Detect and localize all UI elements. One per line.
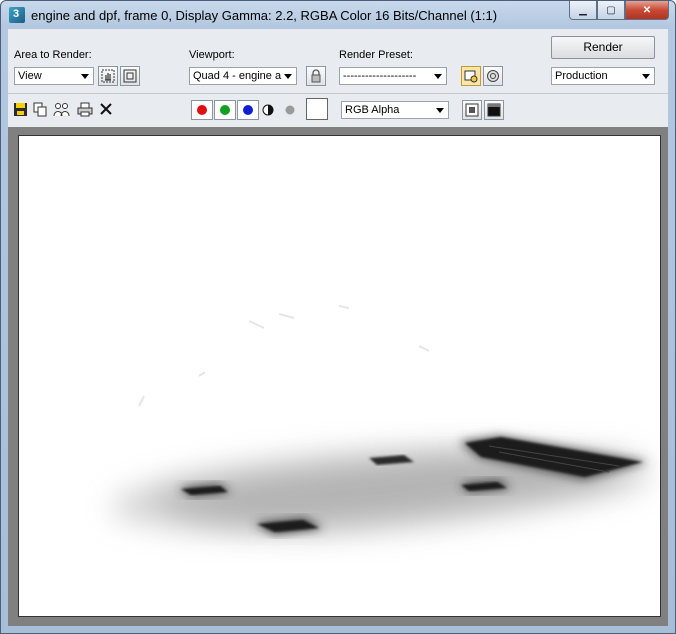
chevron-down-icon [436, 108, 444, 113]
green-channel-toggle[interactable] [214, 100, 236, 120]
clone-frame-button[interactable] [53, 101, 71, 117]
title-bar[interactable]: engine and dpf, frame 0, Display Gamma: … [1, 1, 675, 29]
environment-button[interactable] [461, 66, 481, 86]
render-frame-window: engine and dpf, frame 0, Display Gamma: … [0, 0, 676, 634]
clear-icon [100, 103, 112, 115]
area-to-render-value: View [18, 70, 42, 82]
render-preset-value: -------------------- [343, 70, 417, 82]
display-toggle-button[interactable] [484, 100, 504, 120]
render-preset-dropdown[interactable]: -------------------- [339, 67, 447, 85]
edit-region-button[interactable] [98, 66, 118, 86]
render-settings-button[interactable] [483, 66, 503, 86]
caption-buttons: ▁ ▢ ✕ [569, 1, 669, 20]
split-view-icon [465, 103, 479, 117]
render-mode-value: Production [555, 70, 608, 82]
chevron-down-icon [81, 74, 89, 79]
monochrome-toggle[interactable] [261, 103, 275, 117]
viewport-value: Quad 4 - engine a [193, 70, 282, 82]
viewport-label: Viewport: [189, 49, 235, 61]
lock-icon [311, 69, 321, 83]
split-view-button[interactable] [462, 100, 482, 120]
edit-region-icon [101, 69, 115, 83]
red-channel-toggle[interactable] [191, 100, 213, 120]
save-icon [13, 102, 27, 116]
display-channel-dropdown[interactable]: RGB Alpha [341, 101, 449, 119]
monochrome-icon [262, 104, 274, 116]
close-button[interactable]: ✕ [625, 1, 669, 20]
toolbar-divider [8, 93, 668, 94]
save-image-button[interactable] [12, 101, 28, 117]
alpha-icon [285, 105, 295, 115]
lock-viewport-button[interactable] [306, 66, 326, 86]
alpha-channel-toggle[interactable] [283, 103, 297, 117]
area-to-render-label: Area to Render: [14, 49, 92, 61]
viewport-dropdown[interactable]: Quad 4 - engine a [189, 67, 297, 85]
render-preset-label: Render Preset: [339, 49, 413, 61]
maximize-button[interactable]: ▢ [597, 1, 625, 20]
chevron-down-icon [284, 74, 292, 79]
render-output-graphic [19, 136, 660, 616]
render-mode-dropdown[interactable]: Production [551, 67, 655, 85]
print-image-button[interactable] [76, 101, 93, 117]
red-channel-icon [197, 105, 207, 115]
copy-image-button[interactable] [32, 101, 48, 117]
render-frame-area [8, 127, 668, 626]
print-icon [77, 102, 92, 116]
clear-button[interactable] [98, 101, 114, 117]
display-icon [487, 103, 501, 117]
chevron-down-icon [642, 74, 650, 79]
auto-region-icon [123, 69, 137, 83]
display-channel-value: RGB Alpha [345, 104, 400, 116]
render-settings-icon [487, 70, 499, 82]
auto-region-button[interactable] [120, 66, 140, 86]
clone-icon [53, 102, 70, 116]
blue-channel-toggle[interactable] [237, 100, 259, 120]
window-title: engine and dpf, frame 0, Display Gamma: … [31, 8, 498, 23]
rendered-image[interactable] [18, 135, 661, 617]
area-to-render-dropdown[interactable]: View [14, 67, 94, 85]
chevron-down-icon [434, 74, 442, 79]
app-icon [9, 7, 25, 23]
copy-icon [33, 102, 46, 116]
environment-icon [464, 70, 478, 83]
render-frame-client: Area to Render: Viewport: Render Preset:… [8, 29, 668, 626]
blue-channel-icon [243, 105, 253, 115]
green-channel-icon [220, 105, 230, 115]
render-button[interactable]: Render [551, 36, 655, 59]
minimize-button[interactable]: ▁ [569, 1, 597, 20]
background-color-swatch[interactable] [306, 98, 328, 120]
